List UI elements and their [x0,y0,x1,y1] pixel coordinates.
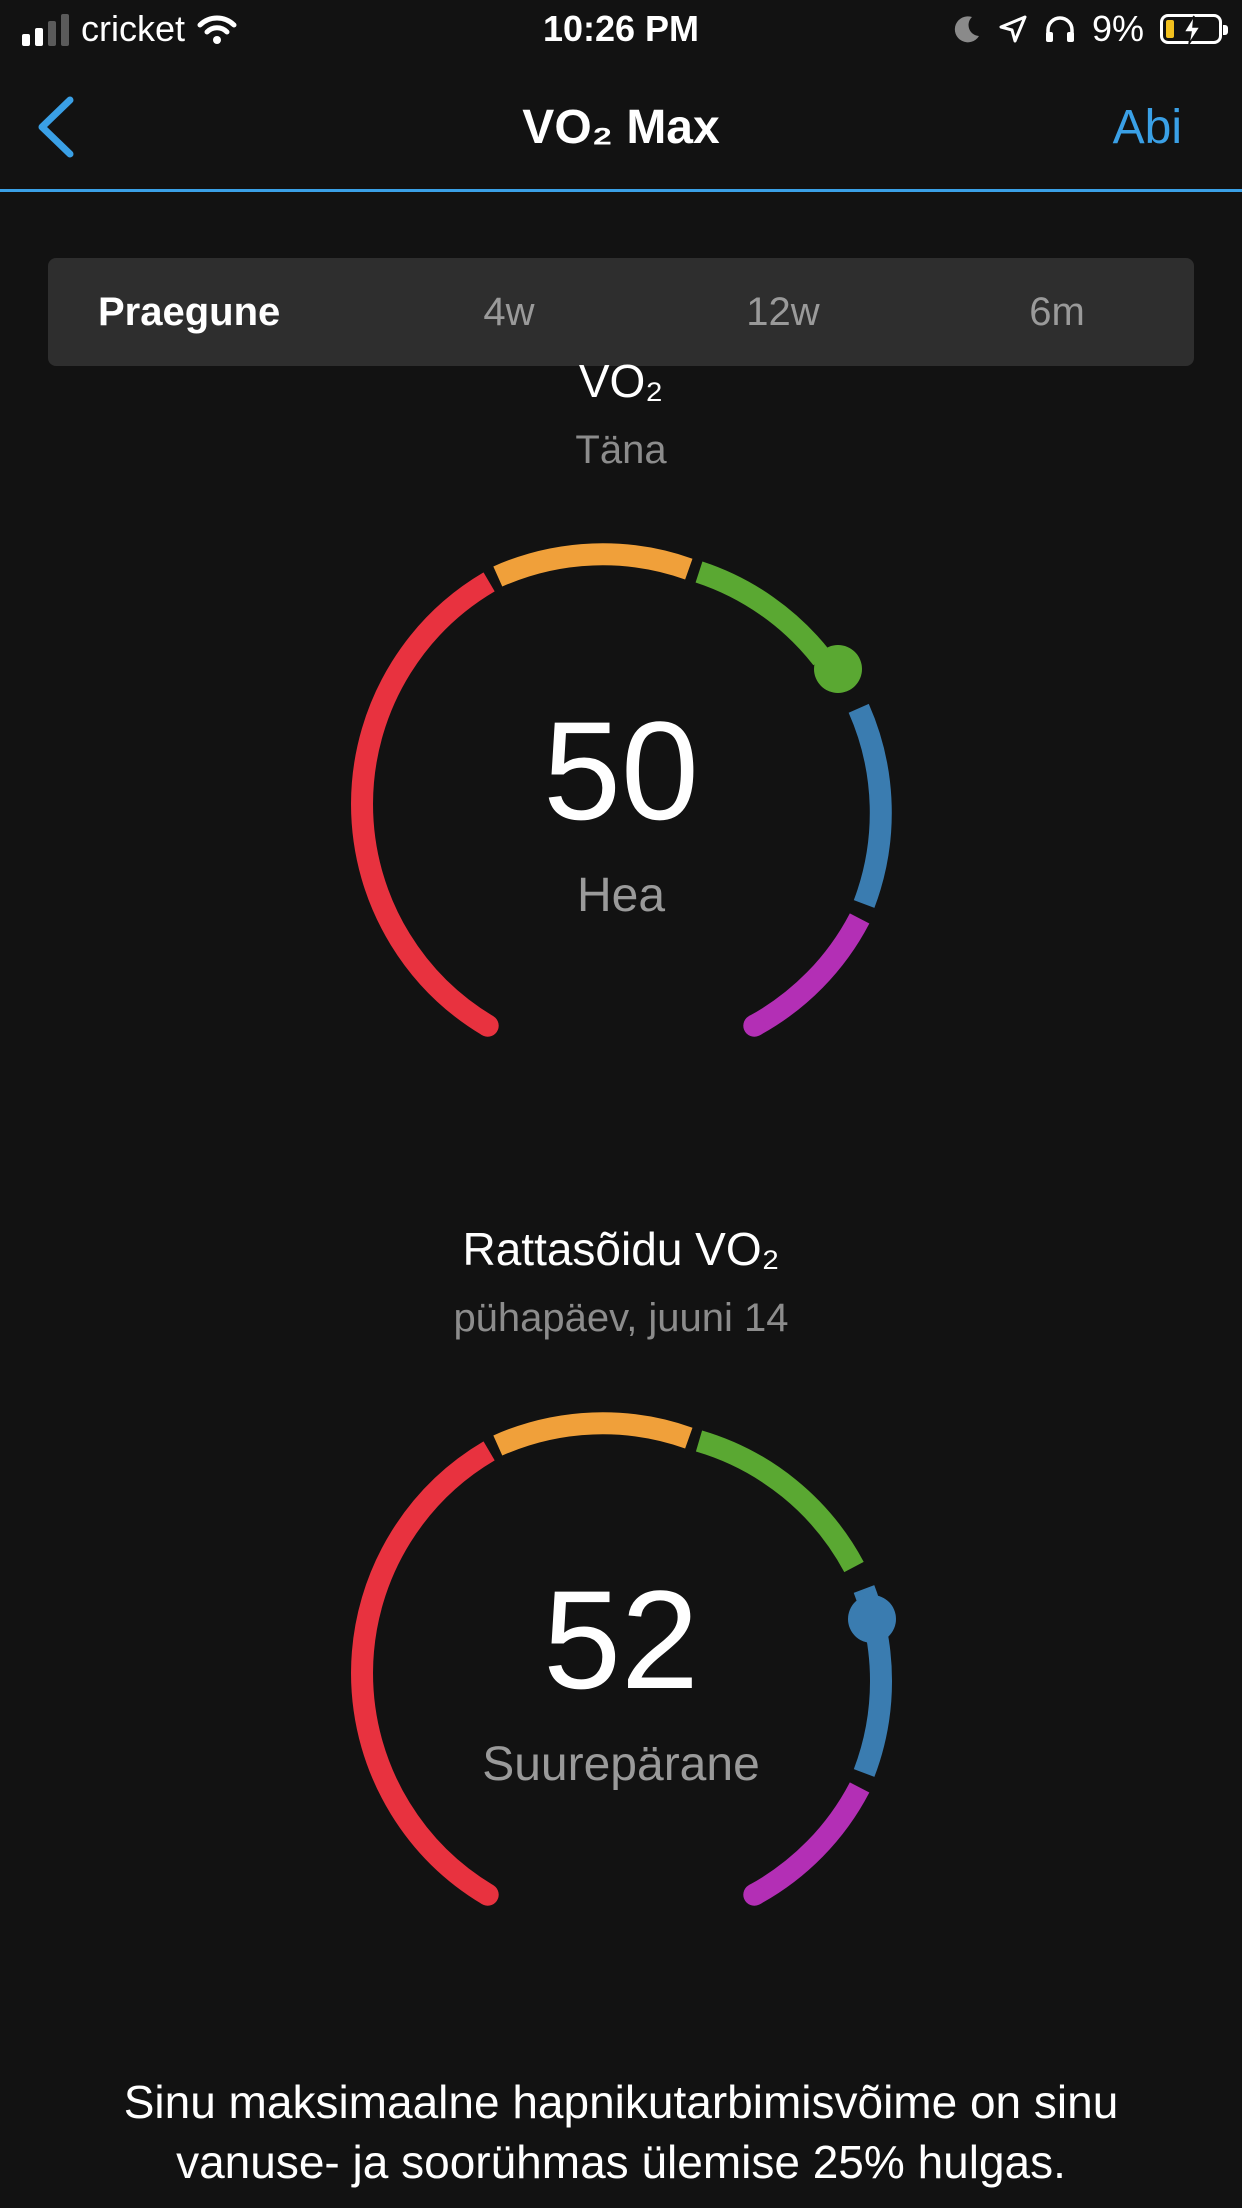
navigation-bar: VO₂ Max Abi [0,62,1242,192]
vo2-marker [814,645,862,693]
vo2-gauge: 50 Hea [321,520,921,1080]
tab-6m[interactable]: 6m [920,290,1194,335]
help-button[interactable]: Abi [1113,100,1182,155]
vo2-date: Täna [575,428,667,472]
headphones-icon [1045,16,1074,42]
tab-12w[interactable]: 12w [646,290,920,335]
vo2-title: VO₂ [578,355,664,407]
period-tabs: Praegune 4w 12w 6m [48,258,1194,366]
location-arrow-icon [999,15,1027,43]
vo2-description: Sinu maksimaalne hapnikutarbimisvõime on… [123,2076,1119,2188]
moon-icon [954,16,979,43]
battery-percent: 9% [1091,8,1144,49]
battery-charging-icon [1160,14,1228,45]
vo2-rating: Hea [576,869,666,922]
tab-current[interactable]: Praegune [48,290,372,335]
cycling-vo2-gauge: 52 Suurepärane [321,1389,921,1949]
vo2-value: 50 [543,692,699,849]
cycling-vo2-date: pühapäev, juuni 14 [453,1296,789,1340]
page-title: VO₂ Max [522,101,720,154]
cycling-vo2-rating: Suurepärane [482,1738,760,1791]
cycling-vo2-value: 52 [543,1561,699,1718]
tab-4w[interactable]: 4w [372,290,646,335]
status-bar: cricket 10:26 PM 9% [0,0,1242,62]
status-right: 9% [952,8,1228,50]
cycling-vo2-title: Rattasõidu VO₂ [462,1223,780,1275]
